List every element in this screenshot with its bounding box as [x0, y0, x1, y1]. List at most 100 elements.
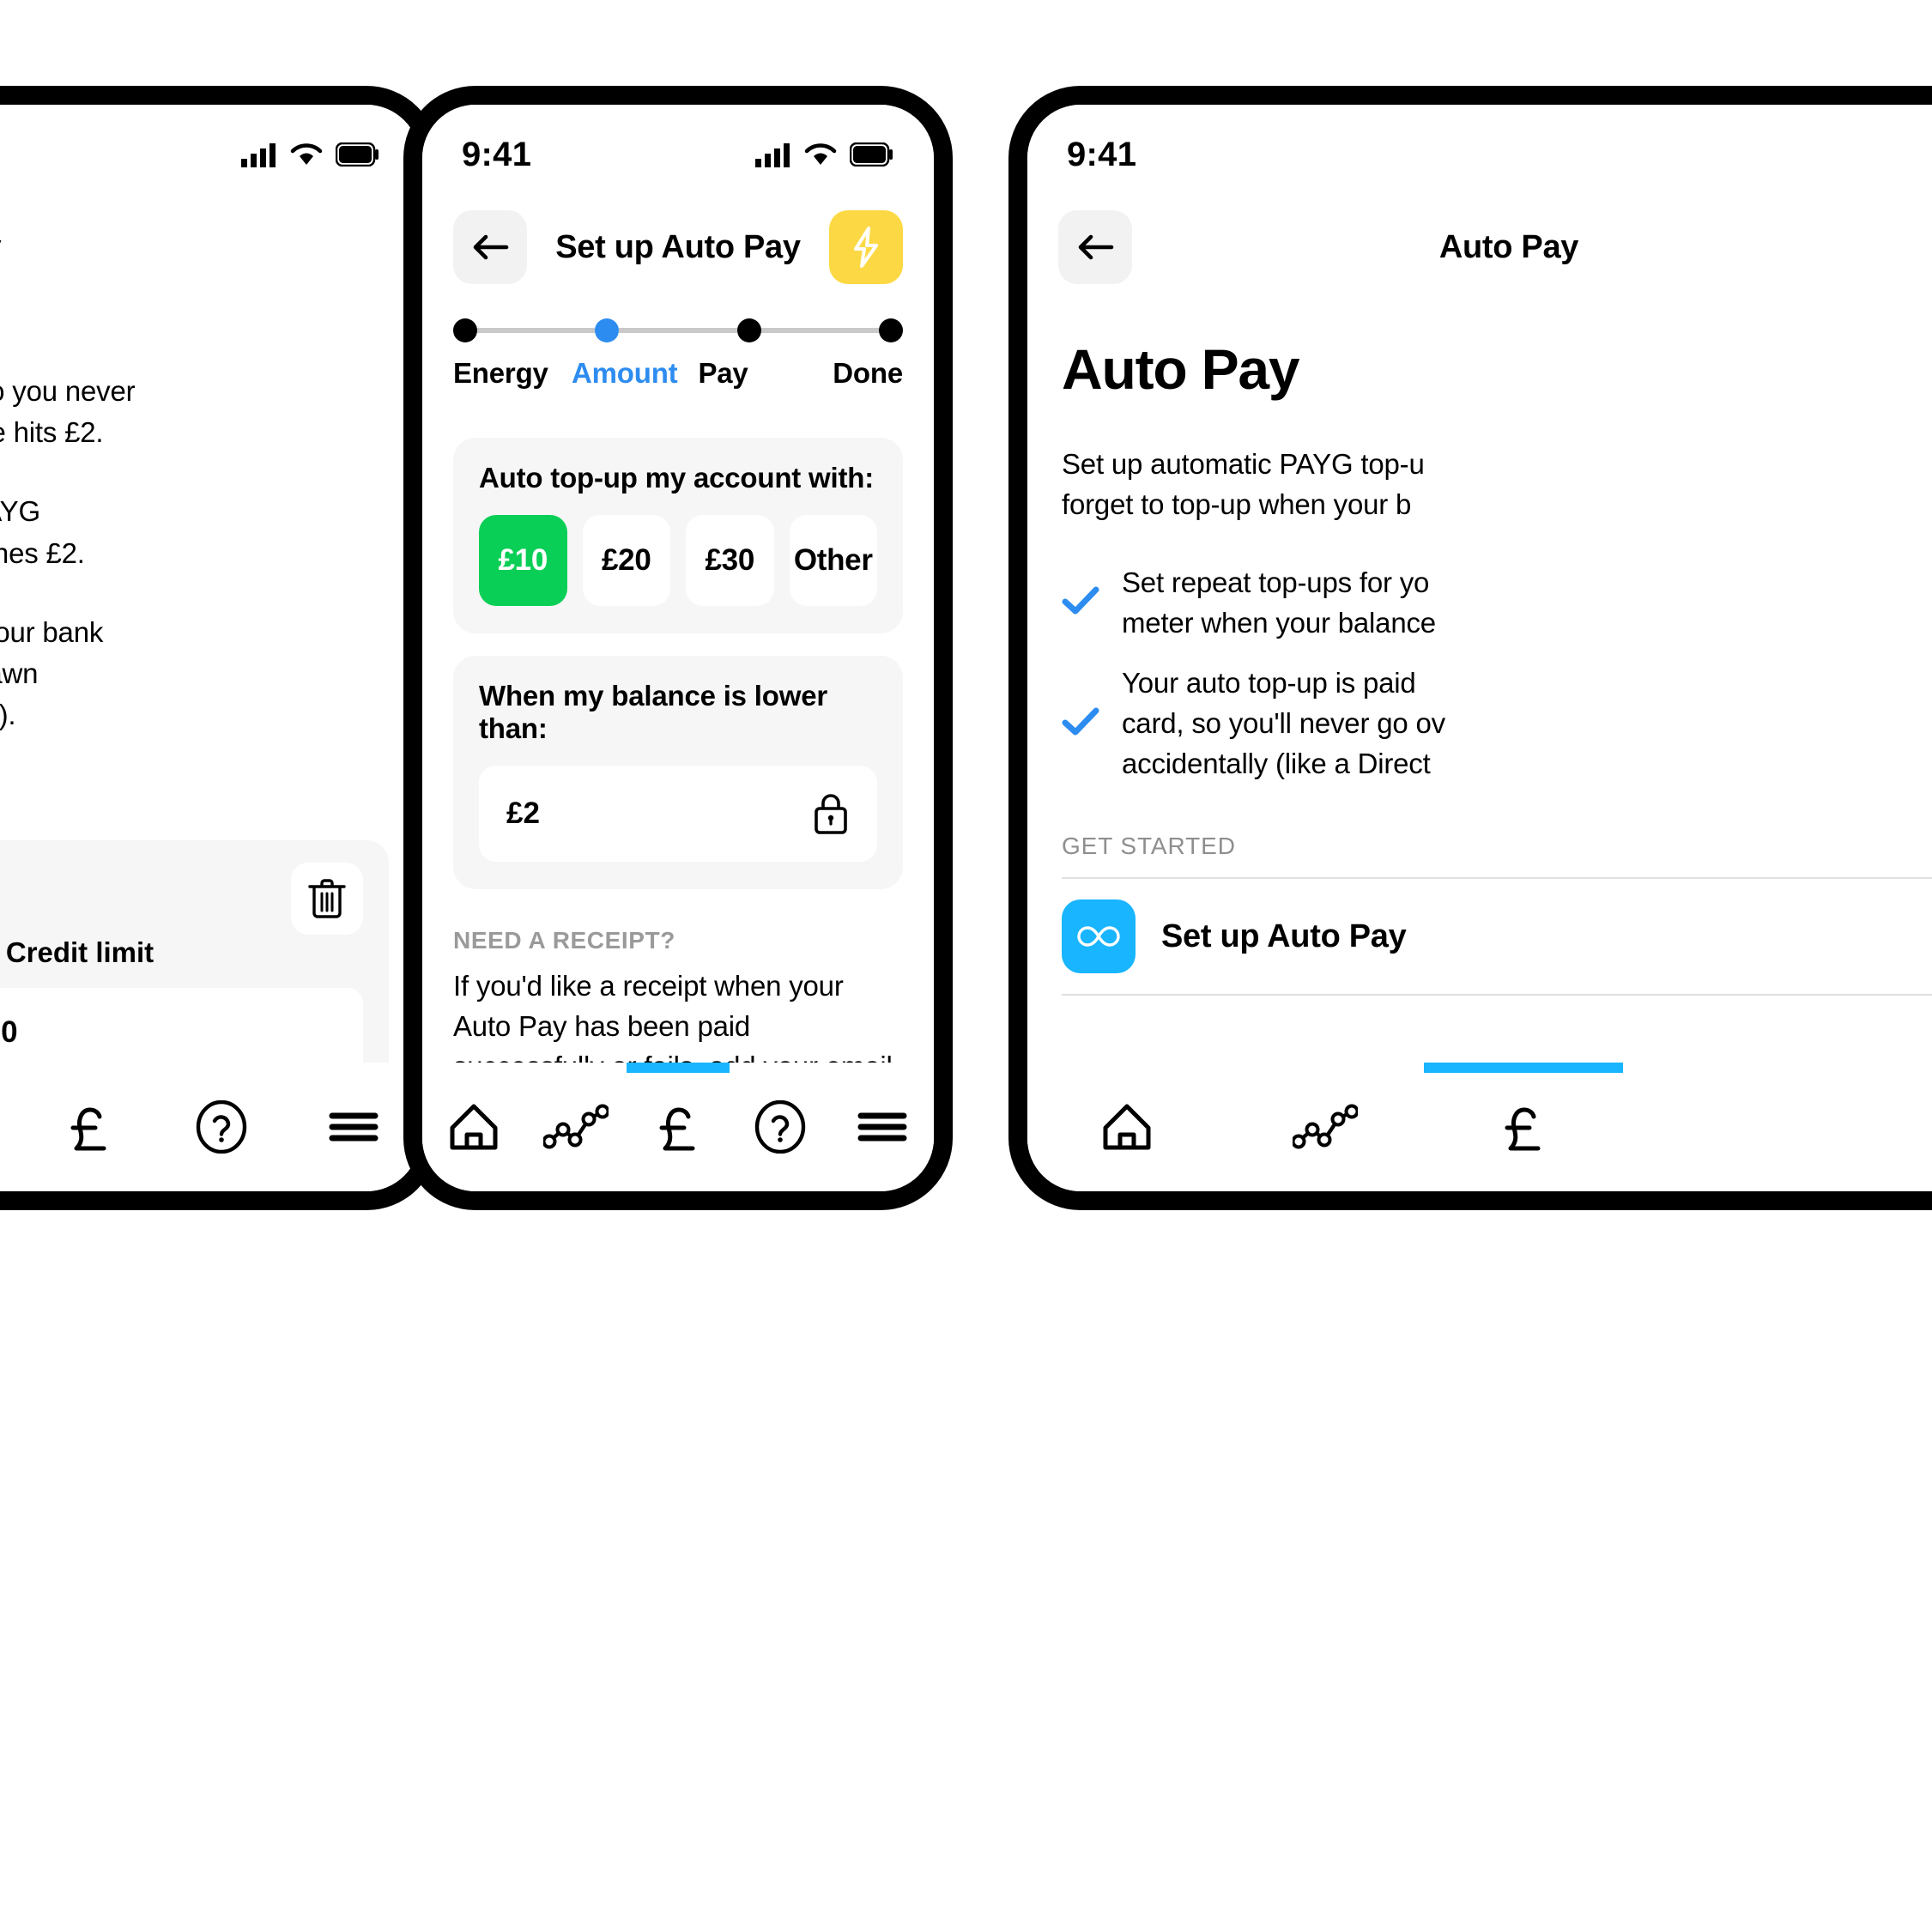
tab-home-mid[interactable] — [422, 1063, 524, 1191]
back-button-right[interactable] — [1058, 210, 1132, 284]
infinity-icon — [1077, 926, 1120, 947]
tab-pay-right[interactable] — [1424, 1063, 1623, 1191]
phone-right-screen: 9:41 Auto Pay Auto Pay Set up automatic … — [1027, 105, 1932, 1191]
tab-pay-mid[interactable] — [627, 1063, 730, 1191]
tab-menu-left[interactable] — [288, 1063, 420, 1191]
menu-icon — [857, 1112, 907, 1142]
credit-limit-label: Credit limit — [5, 936, 154, 969]
step-node-done[interactable] — [878, 318, 903, 342]
left-paragraph-2-line-1: op-ups for your PAYG — [0, 495, 40, 528]
page-title-right: Auto Pay — [1438, 228, 1579, 265]
trash-icon — [308, 879, 346, 918]
step-node-amount[interactable] — [595, 318, 620, 342]
navbar-left: Auto Pay — [0, 204, 420, 290]
wifi-icon — [804, 143, 837, 165]
lightning-bolt-icon — [854, 227, 878, 268]
heading-auto-pay: Auto Pay — [1062, 337, 1300, 401]
phone-left-frame: 9:41 — [0, 86, 439, 1210]
get-started-eyebrow: GET STARTED — [1062, 833, 1236, 860]
delete-button[interactable] — [291, 863, 363, 936]
step-line-2 — [619, 328, 737, 333]
benefit-item-2: Your auto top-up is paid card, so you'll… — [1062, 663, 1932, 784]
topup-amount-title: Auto top-up my account with: — [479, 462, 875, 494]
status-bar-mid: 9:41 — [422, 130, 934, 179]
phone-right-body: Auto Pay Set up automatic PAYG top-u for… — [1062, 336, 1932, 996]
tab-home-right[interactable] — [1027, 1063, 1226, 1191]
tab-active-indicator-right — [1424, 1063, 1623, 1073]
tab-usage-mid[interactable] — [524, 1063, 627, 1191]
phone-right-frame: 9:41 Auto Pay Auto Pay Set up automatic … — [1008, 86, 1932, 1210]
topup-amount-options: £10 £20 £30 Other — [479, 515, 877, 606]
status-bar-left: 9:41 — [0, 130, 420, 179]
check-icon — [1062, 585, 1099, 621]
quick-action-button[interactable] — [829, 210, 903, 284]
left-paragraph-1-line-1: c PAYG top-ups so you never — [0, 375, 136, 407]
help-circle-icon — [196, 1100, 247, 1154]
cellular-bars-icon — [241, 143, 276, 167]
step-label-energy: Energy — [453, 357, 548, 389]
usage-graph-icon — [542, 1104, 609, 1149]
tab-help-right[interactable] — [1623, 1063, 1821, 1191]
home-icon — [1103, 1104, 1151, 1150]
screenshot-canvas: 9:41 — [0, 0, 1932, 1932]
left-paragraph-1: c PAYG top-ups so you never when your ba… — [0, 371, 389, 453]
benefit-2-line-1: Your auto top-up is paid — [1122, 667, 1416, 700]
pound-icon — [1505, 1107, 1541, 1151]
status-time-right: 9:41 — [1067, 135, 1137, 173]
phone-mid-screen: 9:41 Set up Auto Pay Energy Amount Pay D… — [422, 105, 934, 1191]
pound-icon — [659, 1107, 695, 1151]
stepper-labels: Energy Amount Pay Done — [453, 357, 903, 390]
usage-graph-icon — [1292, 1104, 1358, 1149]
tab-help-left[interactable] — [155, 1063, 288, 1191]
step-line-1 — [477, 328, 596, 333]
battery-icon — [850, 142, 893, 167]
tab-menu-right[interactable] — [1821, 1063, 1932, 1191]
battery-icon — [336, 142, 379, 167]
check-icon — [1062, 707, 1099, 736]
topup-amount-card: Auto top-up my account with: £10 £20 £30… — [453, 438, 903, 633]
tab-help-mid[interactable] — [730, 1063, 832, 1191]
pound-icon — [70, 1107, 106, 1151]
step-node-energy[interactable] — [453, 318, 477, 342]
step-line-3 — [760, 328, 879, 333]
amount-option-30[interactable]: £30 — [686, 515, 774, 606]
back-button-mid[interactable] — [453, 210, 527, 284]
navbar-mid: Set up Auto Pay — [422, 204, 934, 290]
list-item-setup-auto-pay[interactable]: Set up Auto Pay — [1062, 879, 1932, 994]
page-title-left: Auto Pay — [0, 229, 389, 266]
back-arrow-icon — [473, 234, 509, 260]
tab-pay-left[interactable] — [23, 1063, 155, 1191]
left-paragraph-3: p-up is paid with your bank ll never go … — [0, 612, 389, 736]
left-paragraph-2-line-2: your balance reaches £2. — [0, 536, 85, 569]
left-paragraph-3-line-3: (like a Direct Debit). — [0, 699, 16, 731]
amount-option-20[interactable]: £20 — [582, 515, 670, 606]
phone-mid-frame: 9:41 Set up Auto Pay Energy Amount Pay D… — [403, 86, 953, 1210]
status-icons-mid — [755, 142, 894, 167]
tab-menu-mid[interactable] — [832, 1063, 934, 1191]
lock-icon — [815, 794, 847, 834]
benefit-text-1: Set repeat top-ups for yo meter when you… — [1122, 563, 1436, 644]
page-title-mid: Set up Auto Pay — [555, 228, 801, 265]
tab-active-indicator-mid — [627, 1063, 730, 1073]
menu-icon — [329, 1112, 379, 1142]
tab-spacer-left — [0, 1063, 23, 1191]
left-paragraph-2: op-ups for your PAYG your balance reache… — [0, 491, 389, 573]
tab-usage-right[interactable] — [1226, 1063, 1424, 1191]
list-item-label: Set up Auto Pay — [1161, 918, 1407, 954]
balance-threshold-field[interactable]: £2 — [479, 766, 877, 862]
help-circle-icon — [755, 1100, 806, 1154]
left-paragraph-3-line-2: ll never go overdrawn — [0, 657, 39, 689]
amount-option-other[interactable]: Other — [789, 515, 877, 606]
left-paragraph-3-line-1: p-up is paid with your bank — [0, 615, 104, 648]
setup-stepper: Energy Amount Pay Done — [453, 316, 903, 390]
tabbar-mid — [422, 1063, 934, 1191]
intro-line-1: Set up automatic PAYG top-u — [1062, 448, 1425, 480]
check-icon — [1062, 586, 1099, 615]
amount-option-10[interactable]: £10 — [479, 515, 567, 606]
step-node-pay[interactable] — [736, 318, 761, 342]
tabbar-right — [1027, 1063, 1932, 1191]
intro-paragraph: Set up automatic PAYG top-u forget to to… — [1062, 445, 1932, 525]
benefit-1-line-2: meter when your balance — [1122, 606, 1436, 639]
stepper-track — [453, 316, 903, 345]
balance-threshold-title: When my balance is lower than: — [479, 680, 827, 744]
